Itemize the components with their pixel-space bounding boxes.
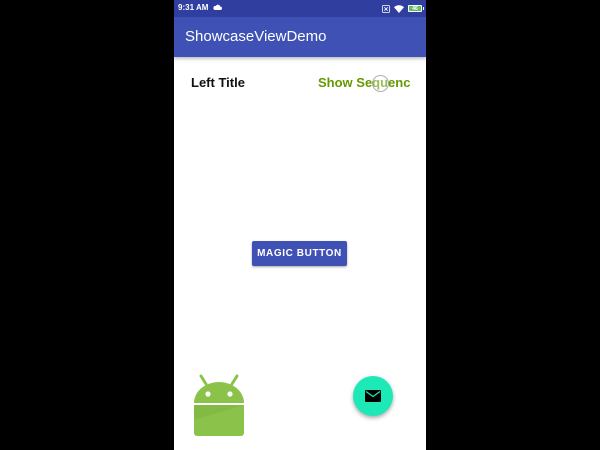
status-time: 9:31 AM bbox=[178, 3, 209, 12]
app-title: ShowcaseViewDemo bbox=[185, 28, 327, 45]
left-title: Left Title bbox=[191, 75, 245, 90]
android-robot-icon[interactable] bbox=[188, 374, 250, 436]
magic-button[interactable]: MAGIC BUTTON bbox=[252, 241, 347, 266]
phone-screen: 9:31 AM 46 ShowcaseViewDemo Left Title S… bbox=[174, 0, 426, 450]
show-sequence-button[interactable]: Show Sequence bbox=[318, 75, 410, 91]
status-icons: 46 bbox=[382, 3, 424, 14]
battery-icon: 46 bbox=[408, 5, 424, 12]
mute-icon bbox=[382, 4, 390, 13]
wifi-icon bbox=[394, 4, 404, 13]
app-bar: ShowcaseViewDemo bbox=[174, 17, 426, 57]
status-bar: 9:31 AM 46 bbox=[174, 0, 426, 17]
email-fab[interactable] bbox=[353, 376, 393, 416]
mail-icon bbox=[365, 390, 381, 402]
cloud-icon bbox=[213, 4, 222, 10]
touch-ripple bbox=[372, 75, 389, 92]
